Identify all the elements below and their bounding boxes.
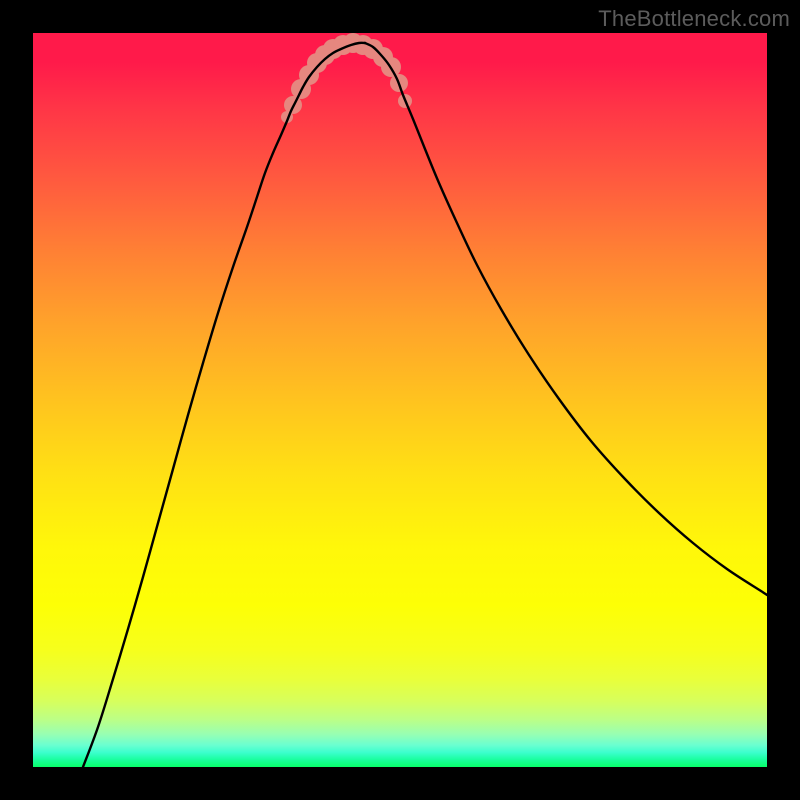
watermark-text: TheBottleneck.com <box>598 6 790 32</box>
chart-frame: TheBottleneck.com <box>0 0 800 800</box>
left-curve <box>83 43 365 767</box>
plot-area <box>33 33 767 767</box>
right-curve <box>365 43 767 595</box>
curve-layer <box>33 33 767 767</box>
